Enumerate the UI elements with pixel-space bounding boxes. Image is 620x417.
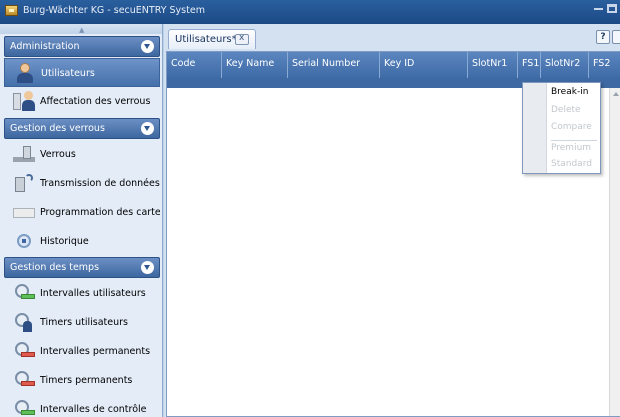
context-menu: Break-in Delete Compare Premium Standard (522, 82, 601, 174)
menu-item-premium[interactable]: Premium (551, 143, 591, 153)
history-icon (13, 231, 35, 251)
sidebar-item-historique[interactable]: Historique (4, 227, 160, 256)
table-header: Code Key Name Serial Number Key ID SlotN… (167, 52, 620, 78)
lock-assignment-icon (13, 91, 35, 111)
title-bar: Burg-Wächter KG - secuENTRY System (0, 0, 620, 24)
data-transmission-icon (13, 173, 35, 193)
sidebar-item-affectation[interactable]: Affectation des verrous (4, 87, 160, 116)
sidebar-item-label: Verrous (40, 149, 76, 160)
permanent-timer-icon (13, 370, 35, 390)
menu-item-break-in[interactable]: Break-in (551, 87, 588, 97)
sidebar-item-timers-permanents[interactable]: Timers permanents (4, 366, 160, 395)
section-gestion-verrous[interactable]: Gestion des verrous (4, 118, 160, 139)
column-header-code[interactable]: Code (167, 52, 222, 78)
menu-item-standard[interactable]: Standard (551, 159, 592, 169)
sidebar-item-utilisateurs[interactable]: Utilisateurs (4, 58, 160, 87)
section-label: Gestion des temps (10, 262, 100, 273)
column-header-slotnr2[interactable]: SlotNr2 (541, 52, 589, 78)
app-icon (5, 5, 18, 16)
sidebar-item-intervalles-utilisateurs[interactable]: Intervalles utilisateurs (4, 279, 160, 308)
column-header-serial-number[interactable]: Serial Number (288, 52, 380, 78)
user-timer-icon (13, 312, 35, 332)
sidebar-item-intervalles-controle[interactable]: Intervalles de contrôle (4, 395, 160, 417)
sidebar-item-label: Intervalles de contrôle (40, 404, 147, 415)
tab-utilisateurs[interactable]: Utilisateurs* (168, 29, 256, 49)
sidebar-item-label: Utilisateurs (41, 68, 95, 79)
section-label: Administration (10, 41, 80, 52)
tab-label: Utilisateurs* (175, 34, 237, 45)
sidebar-item-label: Programmation des cartes in (40, 207, 160, 218)
chevron-down-icon[interactable] (141, 40, 154, 53)
navigation-sidebar: ▲ Administration Utilisateurs Affectatio… (0, 24, 163, 417)
sidebar-item-label: Intervalles utilisateurs (40, 288, 146, 299)
sidebar-item-label: Transmission de données (40, 178, 160, 189)
column-header-key-name[interactable]: Key Name (222, 52, 288, 78)
column-header-slotnr1[interactable]: SlotNr1 (468, 52, 518, 78)
menu-separator (551, 140, 597, 141)
chevron-down-icon[interactable] (141, 261, 154, 274)
user-interval-icon (13, 283, 35, 303)
column-header-key-id[interactable]: Key ID (380, 52, 468, 78)
user-icon (14, 63, 36, 83)
menu-item-delete[interactable]: Delete (551, 105, 581, 115)
section-gestion-temps[interactable]: Gestion des temps (4, 257, 160, 278)
menu-item-compare[interactable]: Compare (551, 122, 592, 132)
sidebar-item-verrous[interactable]: Verrous (4, 140, 160, 169)
help-button[interactable]: ? (596, 30, 610, 44)
vertical-scrollbar[interactable] (609, 88, 620, 416)
card-programming-icon (13, 202, 35, 222)
control-interval-icon (13, 399, 35, 417)
sidebar-item-label: Timers utilisateurs (40, 317, 129, 328)
chevron-down-icon[interactable] (141, 122, 154, 135)
permanent-interval-icon (13, 341, 35, 361)
column-header-fs1[interactable]: FS1 (518, 52, 541, 78)
maximize-icon[interactable] (607, 4, 617, 13)
panel-close-button[interactable] (612, 30, 620, 44)
sidebar-item-intervalles-permanents[interactable]: Intervalles permanents (4, 337, 160, 366)
minimize-icon[interactable] (594, 8, 603, 10)
sidebar-item-programmation[interactable]: Programmation des cartes in (4, 198, 160, 227)
menu-gutter (523, 83, 547, 173)
window-title: Burg-Wächter KG - secuENTRY System (23, 5, 205, 16)
sidebar-item-label: Affectation des verrous (40, 96, 151, 107)
sidebar-item-transmission[interactable]: Transmission de données (4, 169, 160, 198)
sidebar-grip[interactable]: ▲ (0, 24, 162, 34)
close-tab-icon[interactable] (235, 33, 249, 45)
sidebar-item-timers-utilisateurs[interactable]: Timers utilisateurs (4, 308, 160, 337)
sidebar-item-label: Timers permanents (40, 375, 133, 386)
sidebar-item-label: Historique (40, 236, 89, 247)
section-administration[interactable]: Administration (4, 36, 160, 57)
column-header-fs2[interactable]: FS2 (589, 52, 620, 78)
sidebar-item-label: Intervalles permanents (40, 346, 151, 357)
section-label: Gestion des verrous (10, 123, 105, 134)
lock-icon (13, 144, 35, 164)
